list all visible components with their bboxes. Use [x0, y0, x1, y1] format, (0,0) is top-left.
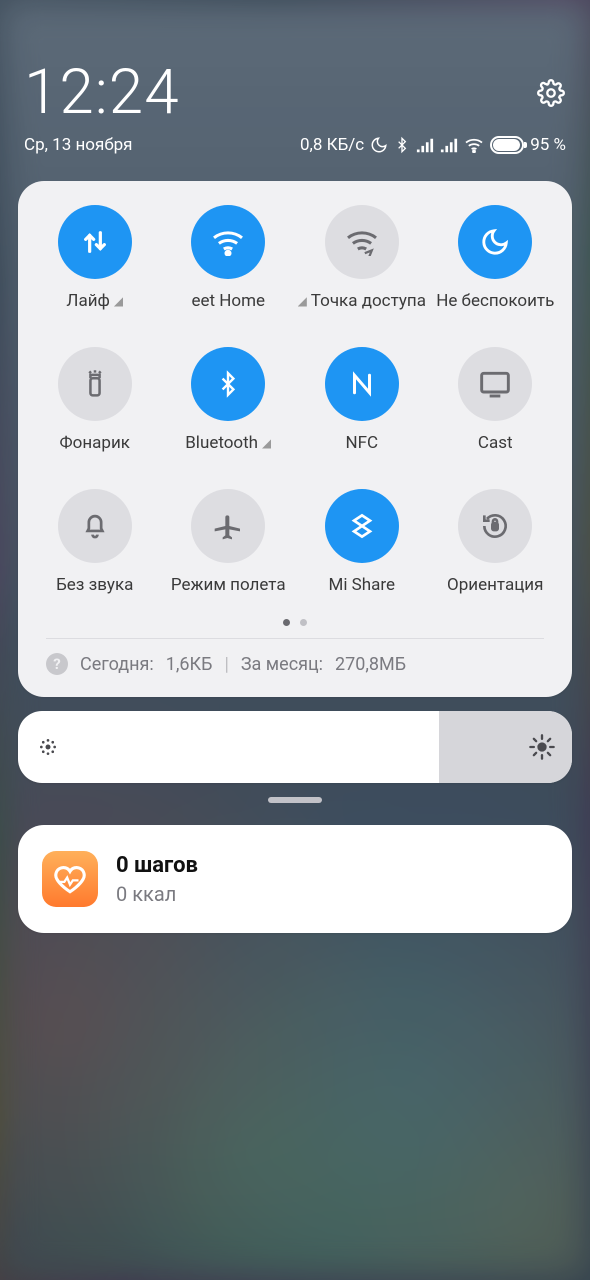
dnd-icon: [370, 136, 388, 154]
qs-label: Режим полета: [171, 575, 286, 595]
qs-label: Лайф: [66, 291, 109, 311]
qs-label: NFC: [345, 433, 378, 453]
qs-orientation[interactable]: Ориентация: [429, 489, 563, 595]
usage-today-value: 1,6КБ: [166, 654, 213, 675]
orientation-lock-icon: [479, 510, 511, 542]
status-icons: 0,8 КБ/с 95 %: [300, 135, 566, 155]
mobile-data-icon: [79, 226, 111, 258]
wifi-icon: [211, 228, 245, 256]
usage-today-label: Сегодня:: [80, 654, 154, 675]
notification-title: 0 шагов: [116, 853, 198, 878]
usage-month-label: За месяц:: [241, 654, 323, 675]
qs-dnd[interactable]: Не беспокоить: [429, 205, 563, 311]
bluetooth-icon: [394, 136, 410, 154]
brightness-high-icon: [512, 733, 572, 761]
qs-label: Mi Share: [328, 575, 395, 595]
health-app-icon: [42, 851, 98, 907]
qs-nfc[interactable]: NFC: [295, 347, 429, 453]
flashlight-icon: [81, 368, 109, 400]
signal-sim2-icon: [440, 137, 458, 153]
chevron-icon: ◢: [298, 294, 307, 308]
battery-percent: 95 %: [530, 135, 566, 155]
mishare-icon: [346, 510, 378, 542]
clock: 12:24: [24, 56, 180, 129]
qs-mute[interactable]: Без звука: [28, 489, 162, 595]
page-indicator: [28, 619, 562, 626]
qs-label: Ориентация: [447, 575, 543, 595]
chevron-icon: ◢: [114, 294, 123, 308]
quick-settings-panel: Лайф ◢ eet Home ◢ Точка доступа Не беспоко…: [18, 181, 572, 697]
qs-label: eet Home: [191, 291, 265, 311]
notification-subtitle: 0 ккал: [116, 882, 198, 906]
help-icon: ?: [46, 653, 68, 675]
bell-icon: [80, 510, 110, 542]
date: Ср, 13 ноября: [24, 135, 132, 155]
notification-card[interactable]: 0 шагов 0 ккал: [18, 825, 572, 933]
qs-label: Фонарик: [60, 433, 130, 453]
nfc-icon: [347, 369, 377, 399]
page-dot: [283, 619, 290, 626]
qs-label: Без звука: [56, 575, 133, 595]
chevron-icon: ◢: [262, 436, 271, 450]
gear-icon: [537, 79, 565, 107]
qs-flashlight[interactable]: Фонарик: [28, 347, 162, 453]
qs-mishare[interactable]: Mi Share: [295, 489, 429, 595]
airplane-icon: [212, 510, 244, 542]
data-speed: 0,8 КБ/с: [300, 135, 364, 155]
qs-cast[interactable]: Cast: [429, 347, 563, 453]
qs-label: Не беспокоить: [436, 291, 554, 311]
hotspot-icon: [345, 228, 379, 256]
signal-sim1-icon: [416, 137, 434, 153]
qs-airplane[interactable]: Режим полета: [162, 489, 296, 595]
data-usage-row[interactable]: ? Сегодня: 1,6КБ | За месяц: 270,8МБ: [28, 639, 562, 679]
brightness-slider[interactable]: [18, 711, 572, 783]
qs-hotspot[interactable]: ◢ Точка доступа: [295, 205, 429, 311]
usage-month-value: 270,8МБ: [335, 654, 406, 675]
settings-button[interactable]: [536, 78, 566, 108]
page-dot: [300, 619, 307, 626]
cast-icon: [479, 370, 511, 398]
separator: |: [224, 654, 228, 675]
qs-bluetooth[interactable]: Bluetooth ◢: [162, 347, 296, 453]
qs-label: Точка доступа: [311, 291, 426, 311]
qs-mobile-data[interactable]: Лайф ◢: [28, 205, 162, 311]
qs-wifi[interactable]: eet Home: [162, 205, 296, 311]
shade-handle[interactable]: [268, 797, 322, 803]
status-area: 12:24 Ср, 13 ноября 0,8 КБ/с: [0, 0, 590, 169]
battery-icon: [490, 136, 524, 154]
heart-icon: [53, 862, 87, 896]
moon-icon: [480, 227, 510, 257]
quick-settings-grid: Лайф ◢ eet Home ◢ Точка доступа Не беспоко…: [28, 205, 562, 595]
wifi-icon: [464, 137, 484, 153]
brightness-low-icon: [18, 737, 78, 757]
bluetooth-icon: [215, 367, 241, 401]
qs-label: Bluetooth: [185, 433, 258, 453]
qs-label: Cast: [478, 433, 513, 453]
